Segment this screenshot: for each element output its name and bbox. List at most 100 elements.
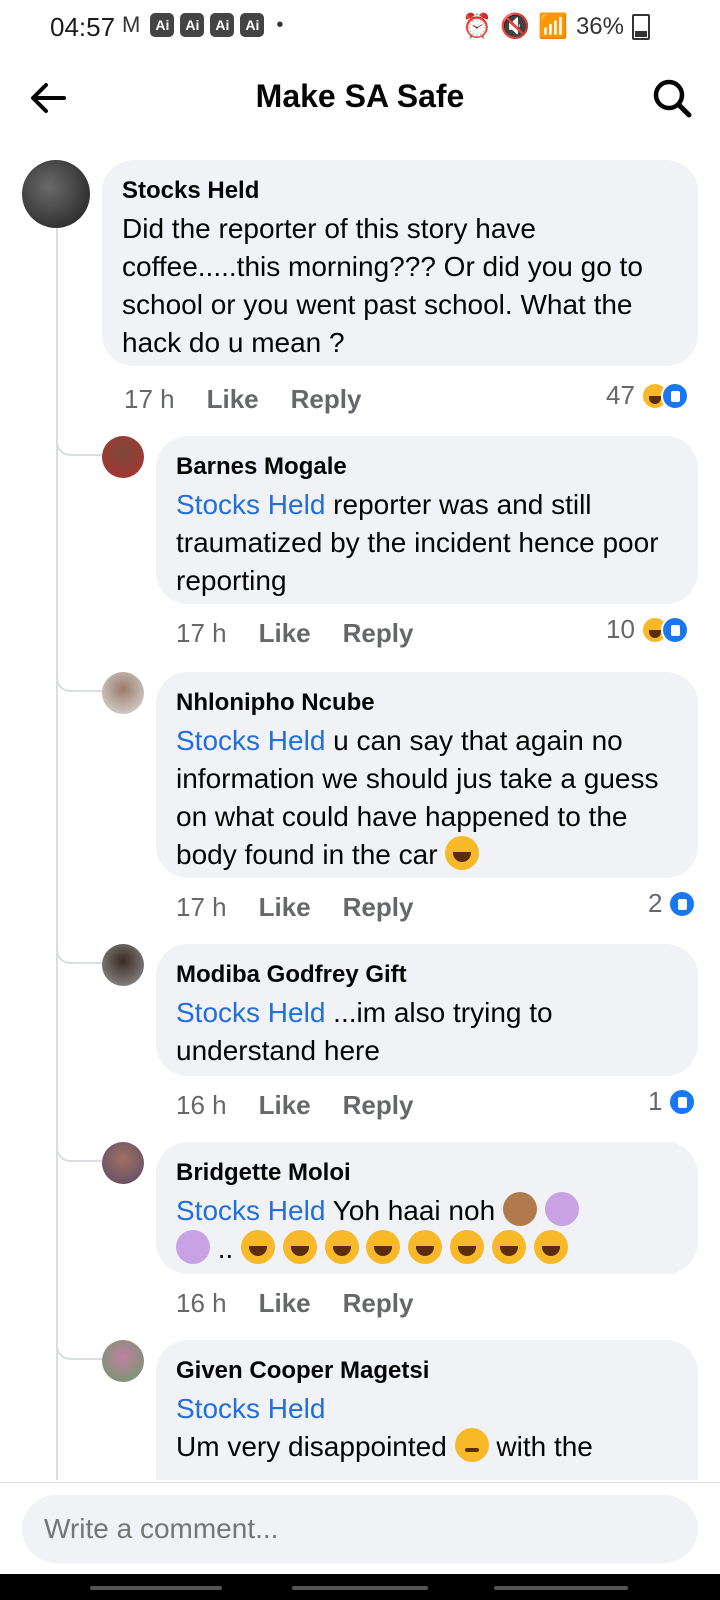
comment-time[interactable]: 17 h <box>176 892 227 923</box>
like-button[interactable]: Like <box>259 618 311 649</box>
status-bar: 04:57 M Ai Ai Ai Ai • ⏰ 🔇 📶 36% <box>0 0 720 52</box>
comment-bubble[interactable]: Given Cooper Magetsi Stocks Held Um very … <box>156 1340 698 1480</box>
mention-link[interactable]: Stocks Held <box>176 725 325 756</box>
gmail-icon: M <box>122 12 141 37</box>
like-button[interactable]: Like <box>259 892 311 923</box>
comment-text: Did the reporter of this story have coff… <box>122 213 643 358</box>
reaction-summary[interactable]: 1 <box>648 1086 697 1117</box>
comment-actions: 17 h Like Reply <box>176 892 413 923</box>
reply-connector <box>56 432 104 456</box>
disappointed-face-emoji <box>454 1428 489 1462</box>
avatar[interactable] <box>102 436 144 478</box>
reaction-summary[interactable]: 47 <box>606 380 689 411</box>
reaction-count: 1 <box>648 1086 663 1116</box>
notification-icons: M Ai Ai Ai Ai • <box>122 12 283 38</box>
reply-button[interactable]: Reply <box>343 1090 414 1121</box>
comment-author[interactable]: Modiba Godfrey Gift <box>176 960 678 990</box>
comment-text: Stocks Held ...im also trying to underst… <box>176 997 553 1066</box>
ai-icon: Ai <box>240 13 265 37</box>
recents-button[interactable] <box>90 1586 222 1590</box>
rofl-emoji <box>282 1230 317 1264</box>
mention-link[interactable]: Stocks Held <box>176 489 325 520</box>
see-no-evil-monkey-emoji <box>502 1192 537 1226</box>
comment-actions: 17 h Like Reply <box>124 384 361 415</box>
home-button[interactable] <box>292 1586 428 1590</box>
back-button[interactable] <box>494 1586 628 1590</box>
comment-author[interactable]: Given Cooper Magetsi <box>176 1356 678 1386</box>
comment-bubble[interactable]: Bridgette Moloi Stocks Held Yoh haai noh… <box>156 1142 698 1274</box>
comment-time[interactable]: 17 h <box>124 384 175 415</box>
comment-list[interactable]: Stocks Held Did the reporter of this sto… <box>0 158 720 1480</box>
like-icon <box>660 615 689 644</box>
reply-connector <box>56 1138 104 1162</box>
comment-author[interactable]: Barnes Mogale <box>176 452 678 482</box>
rofl-emoji <box>408 1230 443 1264</box>
search-icon[interactable] <box>650 76 694 120</box>
avatar[interactable] <box>22 160 90 228</box>
app-header: Make SA Safe <box>0 60 720 136</box>
reaction-summary[interactable]: 10 <box>606 614 689 645</box>
comment-author[interactable]: Stocks Held <box>122 176 678 206</box>
ai-icon: Ai <box>180 13 205 37</box>
rofl-emoji <box>450 1230 485 1264</box>
reply-button[interactable]: Reply <box>343 1288 414 1319</box>
like-icon <box>668 1087 697 1116</box>
mention-link[interactable]: Stocks Held <box>176 1195 325 1226</box>
rofl-emoji <box>366 1230 401 1264</box>
like-button[interactable]: Like <box>207 384 259 415</box>
mention-link[interactable]: Stocks Held <box>176 997 325 1028</box>
reply-connector <box>56 940 104 964</box>
like-button[interactable]: Like <box>259 1090 311 1121</box>
comment-bubble[interactable]: Nhlonipho Ncube Stocks Held u can say th… <box>156 672 698 878</box>
comment-author[interactable]: Bridgette Moloi <box>176 1158 678 1188</box>
battery-percent: 36% <box>575 12 624 40</box>
rofl-emoji <box>491 1230 526 1264</box>
reaction-summary[interactable]: 2 <box>648 888 697 919</box>
ai-icon: Ai <box>150 13 175 37</box>
comment-time[interactable]: 16 h <box>176 1090 227 1121</box>
dot-icon: • <box>276 13 284 36</box>
reaction-count: 47 <box>606 380 635 410</box>
reply-button[interactable]: Reply <box>343 618 414 649</box>
avatar[interactable] <box>102 672 144 714</box>
comment-text: Stocks Held u can say that again no info… <box>176 725 659 870</box>
wifi-icon: 📶 <box>538 13 568 40</box>
reply-button[interactable]: Reply <box>291 384 362 415</box>
mention-link[interactable]: Stocks Held <box>176 1393 325 1424</box>
system-icons: ⏰ 🔇 📶 36% <box>462 12 650 41</box>
comment-actions: 16 h Like Reply <box>176 1090 413 1121</box>
like-icon <box>668 889 697 918</box>
avatar[interactable] <box>102 1340 144 1382</box>
reply-connector <box>56 1336 104 1360</box>
alarm-icon: ⏰ <box>462 13 493 40</box>
reaction-count: 2 <box>648 888 663 918</box>
page-title: Make SA Safe <box>255 78 465 114</box>
avatar[interactable] <box>102 1142 144 1184</box>
comment-text: Stocks Held Yoh haai noh .. <box>176 1192 678 1268</box>
rofl-emoji <box>241 1230 276 1264</box>
rofl-emoji <box>533 1230 568 1264</box>
like-button[interactable]: Like <box>259 1288 311 1319</box>
rofl-emoji <box>324 1230 359 1264</box>
status-time: 04:57 <box>50 12 116 42</box>
ai-icon: Ai <box>210 13 235 37</box>
comment-bubble[interactable]: Barnes Mogale Stocks Held reporter was a… <box>156 436 698 604</box>
battery-icon <box>632 13 650 40</box>
comment-bubble[interactable]: Stocks Held Did the reporter of this sto… <box>102 160 698 366</box>
reply-button[interactable]: Reply <box>343 892 414 923</box>
reply-connector <box>56 668 104 692</box>
comment-time[interactable]: 16 h <box>176 1288 227 1319</box>
comment-text: Stocks Held Um very disappointed with the <box>176 1393 593 1462</box>
thread-line <box>56 228 58 1480</box>
comment-bubble[interactable]: Modiba Godfrey Gift Stocks Held ...im al… <box>156 944 698 1076</box>
comment-input[interactable] <box>22 1495 698 1563</box>
comment-actions: 16 h Like Reply <box>176 1288 413 1319</box>
comment-composer <box>0 1482 720 1575</box>
comment-time[interactable]: 17 h <box>176 618 227 649</box>
reaction-count: 10 <box>606 614 635 644</box>
comment-actions: 17 h Like Reply <box>176 618 413 649</box>
person-gesturing-no-emoji <box>544 1192 579 1226</box>
avatar[interactable] <box>102 944 144 986</box>
system-nav-bar <box>0 1574 720 1600</box>
comment-author[interactable]: Nhlonipho Ncube <box>176 688 678 718</box>
